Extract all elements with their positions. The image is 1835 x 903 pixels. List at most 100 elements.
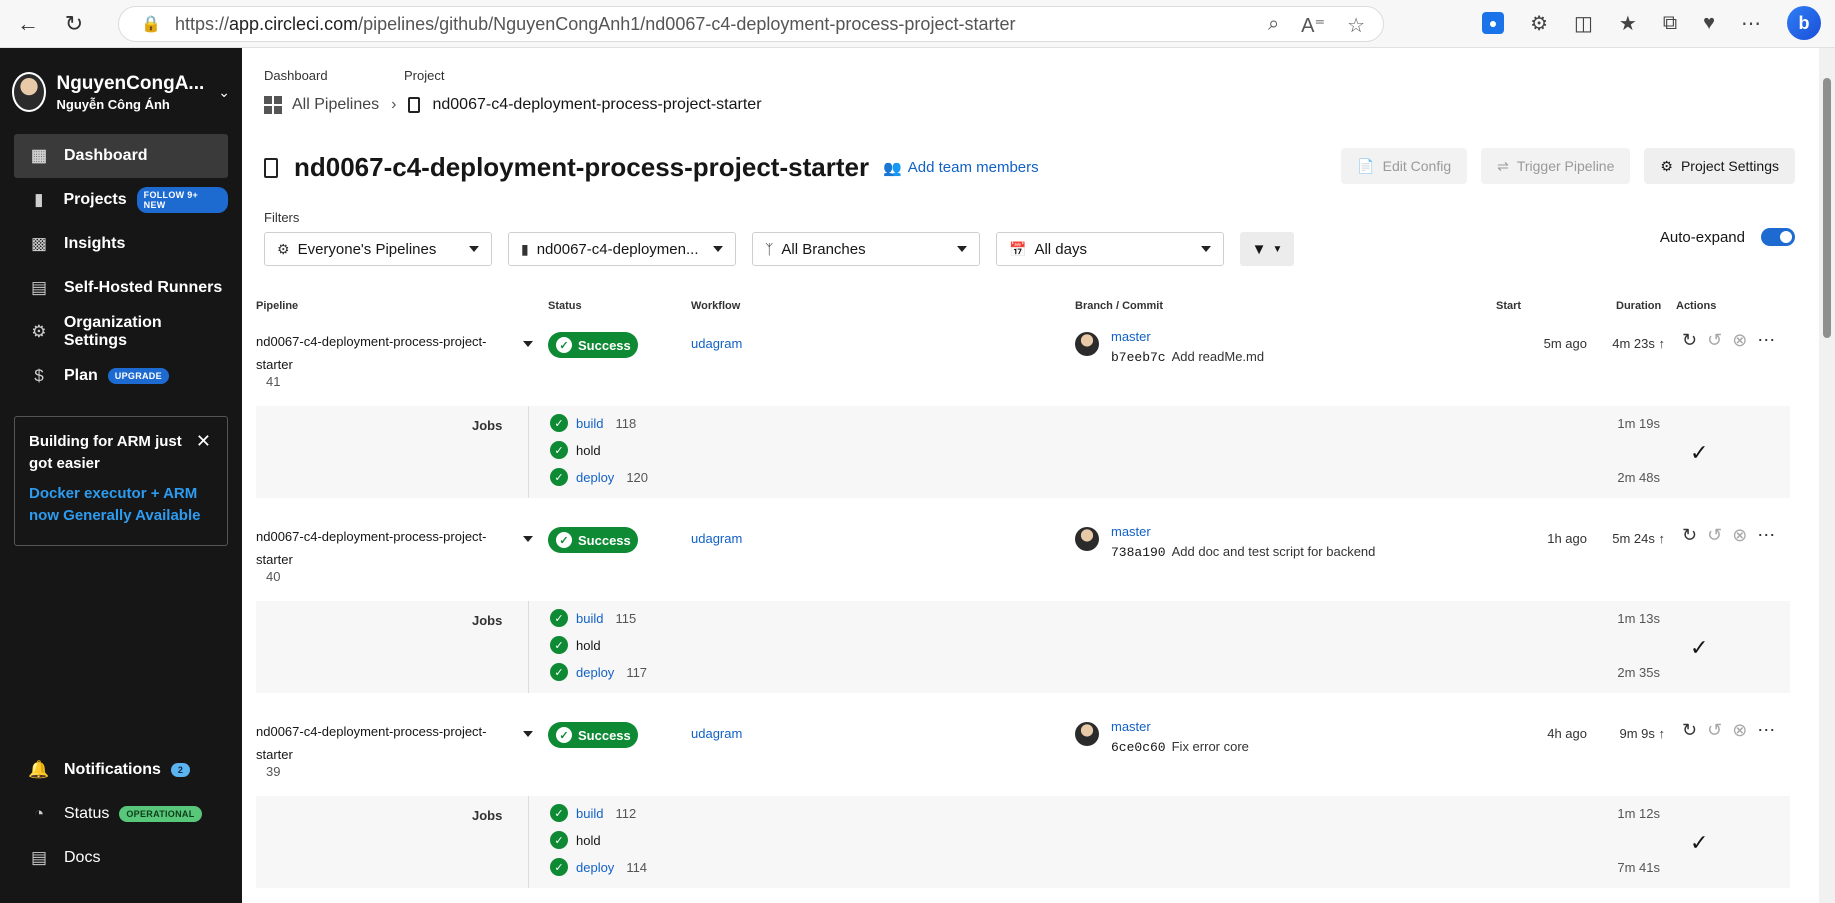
job-item[interactable]: ✓ hold: [550, 829, 601, 851]
sidebar-item-runners[interactable]: ▤ Self-Hosted Runners: [14, 266, 228, 310]
zoom-icon[interactable]: ⌕: [1268, 13, 1279, 38]
sidebar-item-status[interactable]: ◔ Status OPERATIONAL: [14, 792, 228, 836]
sidebar-item-org-settings[interactable]: ⚙ Organization Settings: [14, 310, 228, 354]
job-item[interactable]: ✓ deploy 120: [550, 466, 648, 488]
status-badge[interactable]: ✓ Success: [548, 332, 638, 358]
health-icon[interactable]: ♥: [1703, 12, 1715, 35]
check-icon: ✓: [550, 636, 568, 654]
more-filters-button[interactable]: ▼ ▼: [1240, 232, 1294, 266]
refresh-icon[interactable]: ↻: [56, 6, 92, 42]
commit-sha[interactable]: 738a190: [1111, 545, 1166, 560]
auto-expand: Auto-expand: [1660, 228, 1795, 246]
split-screen-icon[interactable]: ◫: [1574, 11, 1593, 36]
branch-filter[interactable]: ᛉ All Branches: [752, 232, 980, 266]
scrollbar-thumb[interactable]: [1823, 78, 1831, 338]
col-actions: Actions: [1676, 300, 1717, 312]
rerun-icon[interactable]: ↻: [1682, 330, 1697, 351]
commit-sha[interactable]: b7eeb7c: [1111, 350, 1166, 365]
job-item[interactable]: ✓ hold: [550, 634, 601, 656]
back-icon[interactable]: ←: [10, 6, 46, 42]
sidebar-item-docs[interactable]: ▤ Docs: [14, 836, 228, 880]
close-icon[interactable]: ✕: [196, 431, 211, 452]
job-item[interactable]: ✓ hold: [550, 439, 601, 461]
job-name[interactable]: build: [576, 611, 603, 626]
user-menu[interactable]: NguyenCongA... Nguyễn Công Ánh ⌄: [0, 48, 242, 120]
table-header: Pipeline Status Workflow Branch / Commit…: [242, 300, 1803, 318]
expand-caret-icon[interactable]: [523, 341, 533, 347]
project-filter[interactable]: ▮ nd0067-c4-deploymen...: [508, 232, 736, 266]
job-name[interactable]: build: [576, 806, 603, 821]
address-bar[interactable]: 🔒 https://app.circleci.com/pipelines/git…: [118, 6, 1384, 42]
date-filter[interactable]: 📅 All days: [996, 232, 1224, 266]
job-name[interactable]: build: [576, 416, 603, 431]
scrollbar[interactable]: [1819, 48, 1835, 903]
more-icon[interactable]: ⋯: [1757, 720, 1775, 741]
project-icon: [264, 157, 278, 178]
pipeline-number: 40: [266, 569, 281, 584]
more-icon[interactable]: ⋯: [1741, 11, 1761, 36]
promo-link[interactable]: Docker executor + ARM now Generally Avai…: [29, 483, 213, 527]
rerun-failed-icon[interactable]: ↺: [1707, 330, 1722, 351]
bing-icon[interactable]: b: [1787, 6, 1821, 40]
job-item[interactable]: ✓ build 115: [550, 607, 636, 629]
job-item[interactable]: ✓ build 112: [550, 802, 636, 824]
dashboard-icon: ▦: [30, 146, 48, 165]
branch-link[interactable]: master: [1111, 524, 1151, 539]
rerun-failed-icon[interactable]: ↺: [1707, 720, 1722, 741]
pipelines-filter[interactable]: ⚙ Everyone's Pipelines: [264, 232, 492, 266]
approve-check-icon[interactable]: ✓: [1690, 635, 1708, 661]
approve-check-icon[interactable]: ✓: [1690, 830, 1708, 856]
pipeline-name[interactable]: nd0067-c4-deployment-process-project-sta…: [256, 720, 496, 766]
read-aloud-icon[interactable]: A⁼: [1301, 13, 1325, 38]
status-badge[interactable]: ✓ Success: [548, 722, 638, 748]
cancel-icon[interactable]: ⊗: [1732, 330, 1747, 351]
job-item[interactable]: ✓ deploy 114: [550, 856, 647, 878]
workflow-link[interactable]: udagram: [691, 336, 742, 351]
people-filter-icon: ⚙: [277, 240, 290, 257]
sidebar-item-projects[interactable]: ▮ Projects FOLLOW 9+ NEW: [14, 178, 228, 222]
sidebar-item-plan[interactable]: $ Plan UPGRADE: [14, 354, 228, 398]
job-name[interactable]: deploy: [576, 860, 614, 875]
follow-badge[interactable]: FOLLOW 9+ NEW: [136, 187, 228, 213]
branch-link[interactable]: master: [1111, 719, 1151, 734]
job-name[interactable]: deploy: [576, 470, 614, 485]
edit-config-button[interactable]: 📄 Edit Config: [1341, 148, 1468, 184]
auto-expand-toggle[interactable]: [1761, 228, 1795, 246]
cancel-icon[interactable]: ⊗: [1732, 525, 1747, 546]
pipeline-name[interactable]: nd0067-c4-deployment-process-project-sta…: [256, 330, 496, 376]
rerun-failed-icon[interactable]: ↺: [1707, 525, 1722, 546]
breadcrumb-current[interactable]: nd0067-c4-deployment-process-project-sta…: [432, 96, 761, 114]
rerun-icon[interactable]: ↻: [1682, 525, 1697, 546]
rerun-icon[interactable]: ↻: [1682, 720, 1697, 741]
collections-icon[interactable]: ⧉: [1663, 12, 1677, 35]
job-item[interactable]: ✓ deploy 117: [550, 661, 647, 683]
add-team-label: Add team members: [907, 159, 1039, 176]
approve-check-icon[interactable]: ✓: [1690, 440, 1708, 466]
cancel-icon[interactable]: ⊗: [1732, 720, 1747, 741]
sidebar-item-dashboard[interactable]: ▦ Dashboard: [14, 134, 228, 178]
commit-sha[interactable]: 6ce0c60: [1111, 740, 1166, 755]
sidebar-item-notifications[interactable]: 🔔 Notifications 2: [14, 748, 228, 792]
add-team-members-link[interactable]: 👥 Add team members: [883, 159, 1039, 177]
expand-caret-icon[interactable]: [523, 536, 533, 542]
extensions-icon[interactable]: ⚙: [1530, 11, 1548, 36]
favorites-icon[interactable]: ★: [1619, 11, 1637, 36]
project-settings-button[interactable]: ⚙ Project Settings: [1644, 148, 1795, 184]
workflow-link[interactable]: udagram: [691, 726, 742, 741]
more-icon[interactable]: ⋯: [1757, 330, 1775, 351]
pipeline-name[interactable]: nd0067-c4-deployment-process-project-sta…: [256, 525, 496, 571]
workflow-link[interactable]: udagram: [691, 531, 742, 546]
job-name[interactable]: deploy: [576, 665, 614, 680]
more-icon[interactable]: ⋯: [1757, 525, 1775, 546]
chevron-down-icon[interactable]: ⌄: [218, 84, 230, 101]
breadcrumb-all-pipelines[interactable]: All Pipelines: [292, 96, 379, 114]
extension-drop-icon[interactable]: ●: [1482, 12, 1505, 34]
favorite-star-icon[interactable]: ☆: [1347, 13, 1365, 38]
job-item[interactable]: ✓ build 118: [550, 412, 636, 434]
expand-caret-icon[interactable]: [523, 731, 533, 737]
branch-link[interactable]: master: [1111, 329, 1151, 344]
upgrade-badge[interactable]: UPGRADE: [107, 368, 169, 384]
trigger-pipeline-button[interactable]: ⇌ Trigger Pipeline: [1481, 148, 1631, 184]
sidebar-item-insights[interactable]: ▩ Insights: [14, 222, 228, 266]
status-badge[interactable]: ✓ Success: [548, 527, 638, 553]
